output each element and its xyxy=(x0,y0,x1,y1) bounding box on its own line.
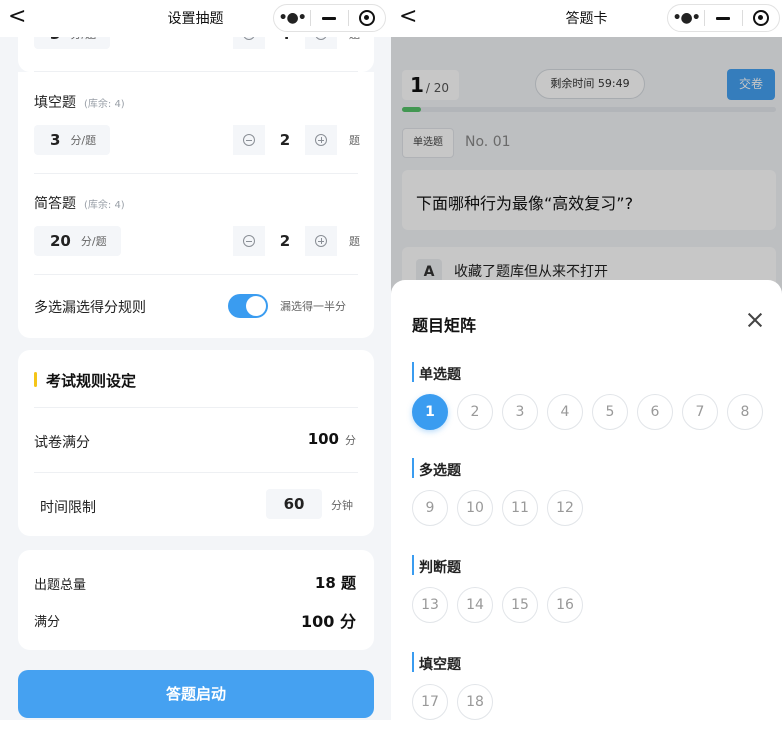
question-cell[interactable]: 1 xyxy=(412,394,448,430)
bank-remain: (库余: 4) xyxy=(84,99,125,110)
count-unit: 题 xyxy=(349,235,360,248)
count-unit: 题 xyxy=(349,134,360,147)
question-cell[interactable]: 3 xyxy=(502,394,538,430)
divider xyxy=(34,407,358,408)
question-cell[interactable]: 7 xyxy=(682,394,718,430)
plus-circle-icon xyxy=(315,235,327,247)
time-limit-label: 时间限制 xyxy=(40,500,96,516)
time-limit-input[interactable]: 60 xyxy=(266,489,322,519)
left-panel: 3 分/题 4 题 填空题(库余: 4) 3 分/题 2 题 简答题(库余 xyxy=(0,0,391,720)
short-answer-score[interactable]: 20 分/题 xyxy=(34,226,121,256)
total-count-label: 出题总量 xyxy=(34,578,87,593)
question-grid-fill: 17 18 xyxy=(412,684,493,720)
divider xyxy=(34,173,358,174)
question-grid-multi: 9 10 11 12 xyxy=(412,490,583,526)
score-value: 3 xyxy=(50,131,61,149)
score-value: 20 xyxy=(50,232,71,250)
question-cell[interactable]: 12 xyxy=(547,490,583,526)
full-score-value[interactable]: 100 分 xyxy=(308,430,356,448)
question-grid-judge: 13 14 15 16 xyxy=(412,587,583,623)
exam-rules-card: 考试规则设定 试卷满分 100 分 时间限制 60 分钟 xyxy=(18,350,374,536)
increment-button[interactable] xyxy=(305,226,337,256)
count-value[interactable]: 2 xyxy=(265,131,305,149)
nav-bar: < 设置抽题 •●• xyxy=(0,0,391,37)
fill-blank-score[interactable]: 3 分/题 xyxy=(34,125,111,155)
more-dots-icon[interactable]: •●• xyxy=(668,5,704,31)
multi-rule-label: 多选漏选得分规则 xyxy=(34,300,146,316)
question-cell[interactable]: 10 xyxy=(457,490,493,526)
target-icon[interactable] xyxy=(743,5,779,31)
question-cell[interactable]: 8 xyxy=(727,394,763,430)
start-exam-button[interactable]: 答题启动 xyxy=(18,670,374,718)
mini-program-capsule: •●• xyxy=(273,4,386,32)
score-unit: 分/题 xyxy=(70,134,97,147)
mini-program-capsule: •●• xyxy=(667,4,780,32)
minimize-icon[interactable] xyxy=(311,5,347,31)
minus-circle-icon xyxy=(243,235,255,247)
nav-bar-right: < 答题卡 •●• xyxy=(391,0,782,37)
group-title-multi: 多选题 xyxy=(412,458,461,480)
question-grid-single: 12345678 xyxy=(412,394,763,430)
more-dots-icon[interactable]: •●• xyxy=(274,5,310,31)
group-title-judge: 判断题 xyxy=(412,555,461,577)
question-cell[interactable]: 17 xyxy=(412,684,448,720)
count-value[interactable]: 2 xyxy=(265,232,305,250)
summary-card: 出题总量 18 题 满分 100 分 xyxy=(18,550,374,650)
question-cell[interactable]: 9 xyxy=(412,490,448,526)
question-type-label: 填空题 xyxy=(34,95,76,111)
fill-blank-title: 填空题 (库余: 4) xyxy=(34,92,125,112)
full-score-number: 100 xyxy=(307,430,339,448)
question-cell[interactable]: 16 xyxy=(547,587,583,623)
question-cell[interactable]: 13 xyxy=(412,587,448,623)
multi-rule-toggle[interactable] xyxy=(228,294,268,318)
question-cell[interactable]: 15 xyxy=(502,587,538,623)
multi-rule-hint: 漏选得一半分 xyxy=(280,300,346,313)
increment-button[interactable] xyxy=(305,125,337,155)
plus-circle-icon xyxy=(315,134,327,146)
divider xyxy=(34,274,358,275)
score-unit: 分/题 xyxy=(80,235,107,248)
time-limit-unit: 分钟 xyxy=(331,499,353,512)
full-mark-value: 100 分 xyxy=(301,612,356,631)
full-mark-label: 满分 xyxy=(34,615,61,630)
target-icon[interactable] xyxy=(349,5,385,31)
question-type-label: 简答题 xyxy=(34,196,76,212)
minimize-icon[interactable] xyxy=(705,5,741,31)
question-cell[interactable]: 11 xyxy=(502,490,538,526)
total-count-value: 18 题 xyxy=(314,574,356,592)
question-cell[interactable]: 6 xyxy=(637,394,673,430)
sheet-title: 题目矩阵 xyxy=(412,316,477,335)
minus-circle-icon xyxy=(243,134,255,146)
exam-rules-title: 考试规则设定 xyxy=(34,370,136,391)
short-answer-stepper: 2 题 xyxy=(233,226,360,256)
answer-sheet-modal: 题目矩阵 单选题 12345678 多选题 9 10 11 12 判断题 13 14 15… xyxy=(391,280,782,720)
short-answer-title: 简答题 (库余: 4) xyxy=(34,193,125,213)
question-cell[interactable]: 4 xyxy=(547,394,583,430)
close-icon[interactable] xyxy=(745,310,765,330)
question-cell[interactable]: 18 xyxy=(457,684,493,720)
full-score-unit: 分 xyxy=(345,434,356,447)
decrement-button[interactable] xyxy=(233,125,265,155)
divider xyxy=(34,472,358,473)
decrement-button[interactable] xyxy=(233,226,265,256)
question-cell[interactable]: 14 xyxy=(457,587,493,623)
full-score-label: 试卷满分 xyxy=(34,435,90,451)
fill-blank-stepper: 2 题 xyxy=(233,125,360,155)
group-title-single: 单选题 xyxy=(412,362,461,384)
question-cell[interactable]: 5 xyxy=(592,394,628,430)
question-cell[interactable]: 2 xyxy=(457,394,493,430)
group-title-fill: 填空题 xyxy=(412,652,461,674)
bank-remain: (库余: 4) xyxy=(84,200,125,211)
